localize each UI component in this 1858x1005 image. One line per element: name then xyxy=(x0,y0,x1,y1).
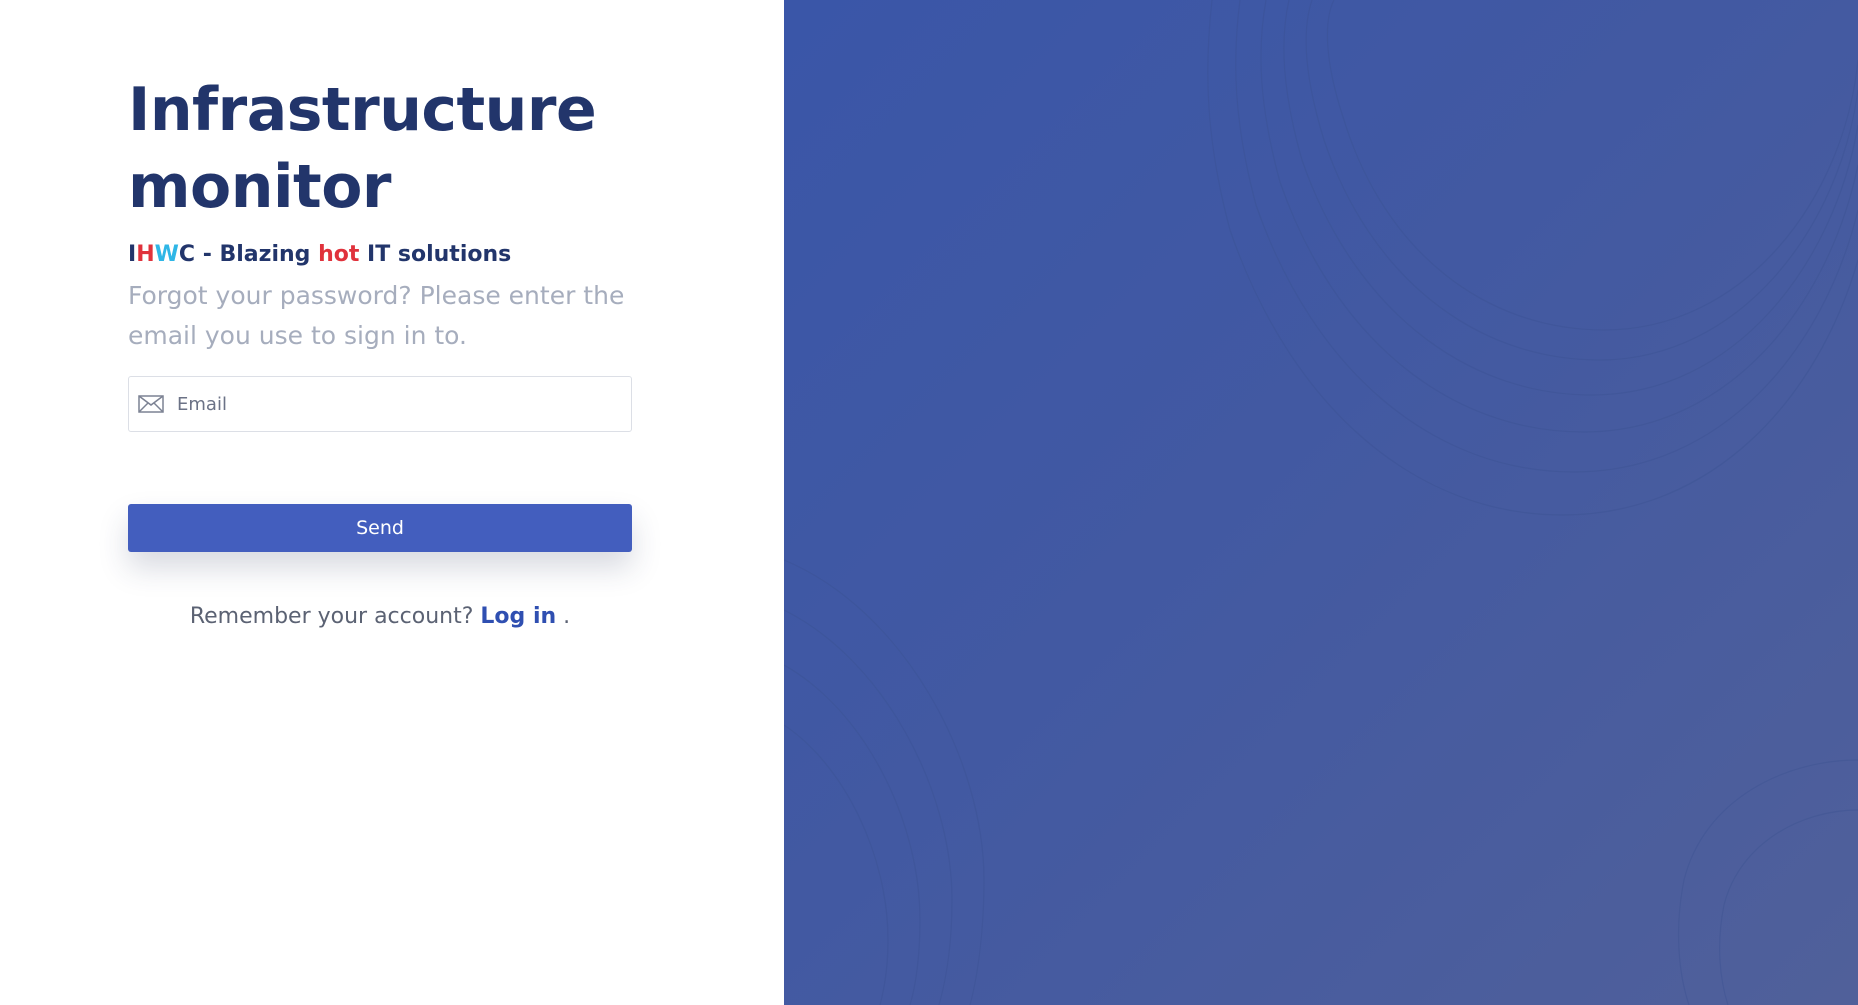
email-input[interactable] xyxy=(177,377,631,431)
tagline-letter-h: H xyxy=(136,242,155,267)
envelope-icon xyxy=(137,393,165,415)
tagline-hot: hot xyxy=(318,242,360,267)
decorative-panel xyxy=(784,0,1858,1005)
tagline-letter-i: I xyxy=(128,242,137,267)
tagline-rest: IT solutions xyxy=(359,242,512,267)
login-prompt-suffix: . xyxy=(563,604,571,629)
company-tagline: IHWC - Blazing hot IT solutions xyxy=(128,240,632,270)
form-panel: Infrastructure monitor IHWC - Blazing ho… xyxy=(0,0,784,1005)
login-prompt: Remember your account? Log in . xyxy=(128,604,632,629)
forgot-password-form: Infrastructure monitor IHWC - Blazing ho… xyxy=(128,72,632,629)
page: Infrastructure monitor IHWC - Blazing ho… xyxy=(0,0,1858,1005)
contour-pattern xyxy=(784,0,1858,1005)
send-button[interactable]: Send xyxy=(128,504,632,552)
tagline-letter-w: W xyxy=(154,242,179,267)
instructions-text: Forgot your password? Please enter the e… xyxy=(128,281,625,350)
login-link[interactable]: Log in xyxy=(480,604,556,629)
email-field[interactable] xyxy=(128,376,632,432)
tagline-separator: - Blazing xyxy=(195,242,319,267)
tagline-letter-c: C xyxy=(178,242,196,267)
login-prompt-text: Remember your account? xyxy=(189,604,474,629)
page-title: Infrastructure monitor xyxy=(128,75,597,222)
